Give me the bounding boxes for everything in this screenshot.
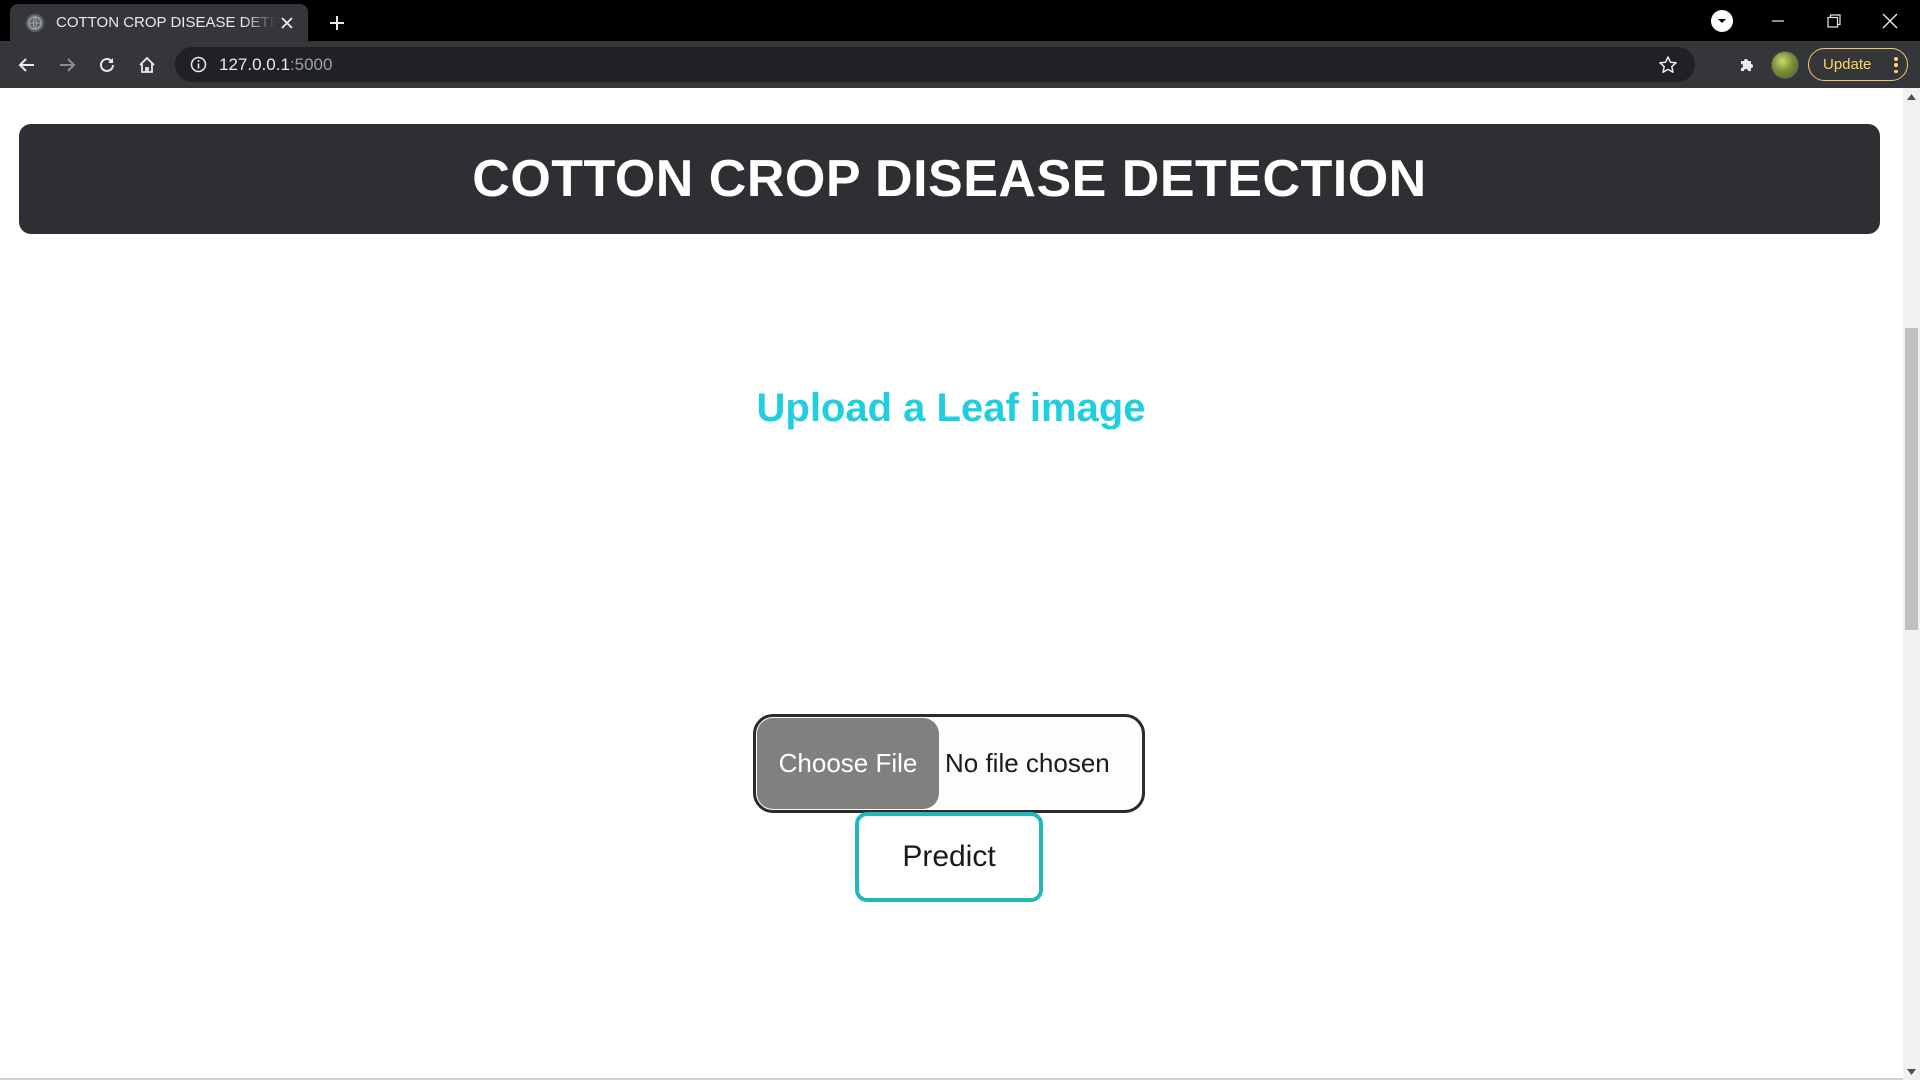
browser-tab[interactable]: COTTON CROP DISEASE DETECTION — [10, 4, 308, 41]
globe-icon — [26, 13, 44, 32]
minimize-icon[interactable] — [1750, 0, 1806, 41]
tab-title: COTTON CROP DISEASE DETECTION — [56, 14, 276, 31]
url-text: 127.0.0.1:5000 — [219, 55, 332, 75]
close-window-icon[interactable] — [1862, 0, 1918, 41]
url-host: 127.0.0.1 — [219, 54, 290, 74]
choose-file-button[interactable]: Choose File — [757, 718, 939, 809]
reload-icon[interactable] — [91, 49, 123, 81]
browser-toolbar: 127.0.0.1:5000 Update — [0, 41, 1920, 88]
update-button[interactable]: Update — [1808, 48, 1908, 81]
new-tab-icon[interactable] — [322, 8, 352, 38]
predict-button[interactable]: Predict — [855, 812, 1043, 902]
close-tab-icon[interactable] — [276, 12, 298, 34]
scroll-down-arrow-icon[interactable] — [1903, 1063, 1920, 1080]
extensions-puzzle-icon[interactable] — [1731, 49, 1763, 81]
bookmark-star-icon[interactable] — [1657, 54, 1679, 76]
home-icon[interactable] — [131, 49, 163, 81]
tab-strip: COTTON CROP DISEASE DETECTION — [0, 0, 1920, 41]
file-status-text: No file chosen — [945, 748, 1110, 778]
menu-kebab-icon — [1894, 57, 1898, 73]
page-title: COTTON CROP DISEASE DETECTION — [472, 150, 1427, 208]
update-label: Update — [1823, 56, 1872, 73]
file-input[interactable]: Choose File No file chosen — [753, 714, 1145, 813]
page-header: COTTON CROP DISEASE DETECTION — [19, 124, 1880, 234]
address-bar[interactable]: 127.0.0.1:5000 — [175, 47, 1695, 82]
tab-search-icon[interactable] — [1711, 10, 1733, 32]
scrollbar-thumb[interactable] — [1905, 328, 1918, 630]
back-arrow-icon[interactable] — [11, 49, 43, 81]
site-info-icon[interactable] — [189, 56, 207, 74]
page-viewport: COTTON CROP DISEASE DETECTION Upload a L… — [0, 88, 1920, 1080]
forward-arrow-icon[interactable] — [51, 49, 83, 81]
upload-heading: Upload a Leaf image — [756, 386, 1146, 430]
url-port: :5000 — [289, 54, 333, 74]
scroll-up-arrow-icon[interactable] — [1903, 88, 1920, 105]
vertical-scrollbar[interactable] — [1903, 88, 1920, 1080]
profile-avatar[interactable] — [1771, 51, 1799, 79]
restore-icon[interactable] — [1806, 0, 1862, 41]
